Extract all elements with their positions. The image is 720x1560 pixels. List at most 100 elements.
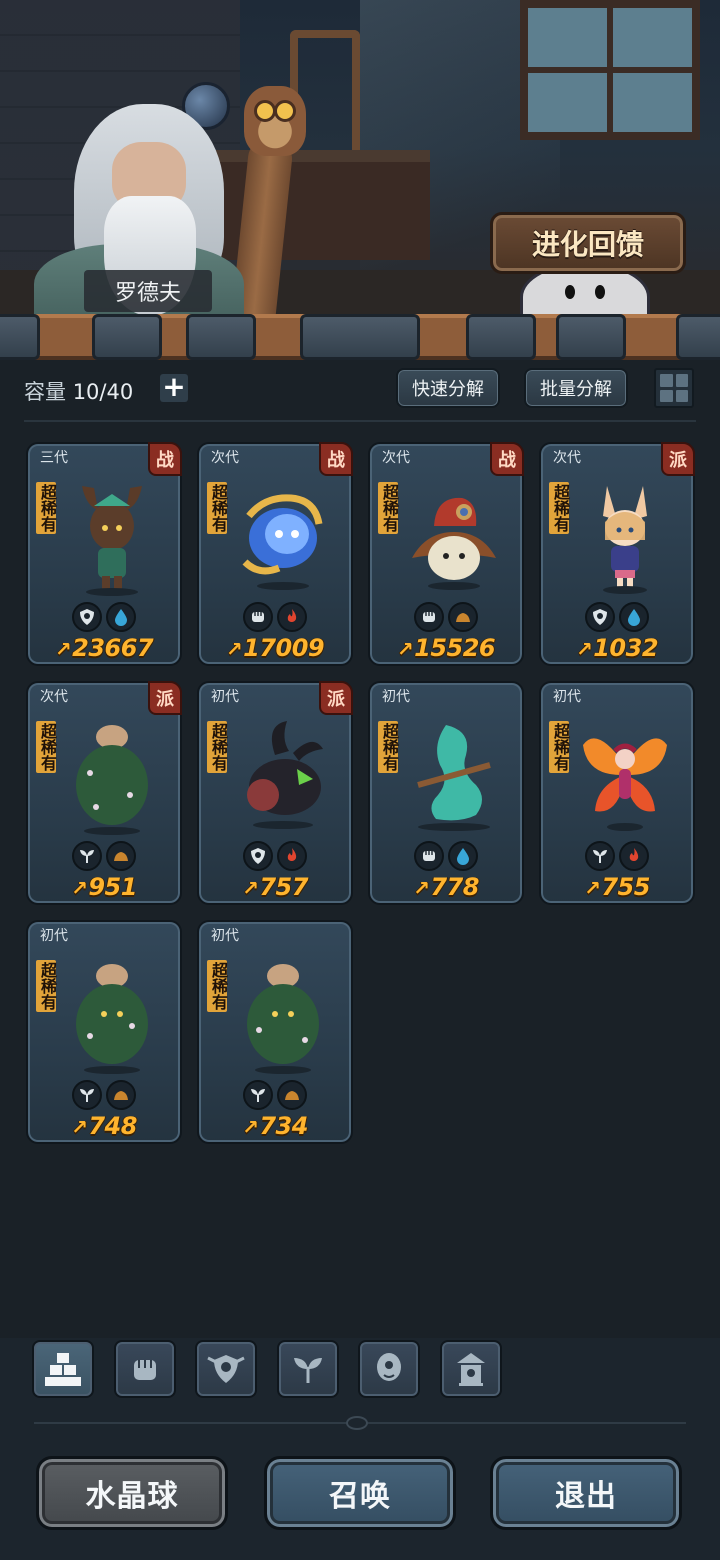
shield-icon (585, 602, 615, 632)
all-blocks-icon (45, 1353, 81, 1386)
shield-icon (72, 602, 102, 632)
fist-icon (243, 602, 273, 632)
filter-sprout-button[interactable] (277, 1340, 339, 1398)
fox-girl-icon (603, 486, 647, 594)
rail-stone (92, 314, 162, 360)
generation-label: 初代 (40, 928, 68, 944)
tree-spirit-icon (82, 486, 142, 596)
power-value: ↗778 (413, 873, 479, 901)
grid-cell (660, 389, 673, 402)
fire-icon (277, 602, 307, 632)
attribute-icons (199, 602, 351, 632)
power-number: 15526 (414, 634, 496, 662)
rarity-badge: 超稀有 (549, 482, 570, 534)
filter-all-button[interactable] (32, 1340, 94, 1398)
generation-label: 初代 (553, 689, 581, 705)
power-number: 1032 (593, 634, 659, 662)
crystal-ball-button[interactable]: 水晶球 (36, 1456, 228, 1530)
owl-icon (244, 86, 306, 156)
creature-card[interactable]: 初代 超稀有 ↗734 (197, 920, 353, 1144)
creature-card[interactable]: 三代 战 超稀有 ↗23667 (26, 442, 182, 666)
window (520, 0, 700, 140)
generation-label: 三代 (40, 450, 68, 466)
attribute-icons (28, 602, 180, 632)
power-value: ↗1032 (575, 634, 659, 662)
creature-card[interactable]: 初代 派 超稀有 ↗757 (197, 681, 353, 905)
capacity-label: 容量 (24, 380, 66, 404)
power-number: 778 (430, 873, 479, 901)
moss-golem-icon (76, 725, 148, 835)
rail-divider (0, 314, 720, 360)
rail-stone (466, 314, 536, 360)
generation-label: 初代 (382, 689, 410, 705)
grid-cell (675, 374, 688, 387)
power-value: ↗15526 (396, 634, 496, 662)
power-value: ↗755 (584, 873, 650, 901)
power-value: ↗951 (71, 873, 137, 901)
fist-icon (134, 1360, 156, 1380)
rail-stone (0, 314, 40, 360)
fire-butterfly-icon (583, 738, 667, 831)
evolve-feedback-button[interactable]: 进化回馈 (490, 212, 686, 274)
power-number: 951 (88, 873, 137, 901)
attribute-icons (370, 602, 522, 632)
water-spirit-icon (417, 725, 491, 831)
generation-label: 次代 (553, 450, 581, 466)
filter-shrine-button[interactable] (440, 1340, 502, 1398)
shield-icon (207, 1355, 245, 1383)
creature-card[interactable]: 次代 派 超稀有 ↗1032 (539, 442, 695, 666)
toolbar-divider (24, 420, 696, 422)
attribute-icons (541, 602, 693, 632)
creature-card[interactable]: 次代 战 超稀有 ↗17009 (197, 442, 353, 666)
role-badge: 战 (148, 442, 182, 476)
expand-capacity-button[interactable]: + (160, 373, 188, 402)
rarity-badge: 超稀有 (207, 721, 228, 773)
power-number: 755 (601, 873, 650, 901)
power-value: ↗748 (71, 1112, 137, 1140)
generation-label: 次代 (382, 450, 410, 466)
role-badge: 派 (661, 442, 695, 476)
npc-name-tag: 罗德夫 (84, 270, 212, 312)
filter-alien-button[interactable] (358, 1340, 420, 1398)
attribute-icons (541, 841, 693, 871)
moss-golem-icon (76, 964, 148, 1074)
sprout-icon (72, 841, 102, 871)
filter-shield-button[interactable] (195, 1340, 257, 1398)
generation-label: 初代 (211, 928, 239, 944)
power-number: 757 (259, 873, 308, 901)
power-number: 748 (88, 1112, 137, 1140)
creature-card[interactable]: 初代 超稀有 ↗748 (26, 920, 182, 1144)
blue-flame-armor-icon (242, 494, 323, 590)
rail-stone (186, 314, 256, 360)
rarity-badge: 超稀有 (36, 482, 57, 534)
hooded-blob-icon (412, 497, 496, 590)
rarity-badge: 超稀有 (36, 721, 57, 773)
sprout-icon (585, 841, 615, 871)
filter-fist-button[interactable] (114, 1340, 176, 1398)
rail-stone (676, 314, 720, 360)
attribute-icons (28, 841, 180, 871)
creature-card[interactable]: 次代 战 超稀有 ↗15526 (368, 442, 524, 666)
creature-card[interactable]: 初代 超稀有 ↗778 (368, 681, 524, 905)
capacity-value: 10/40 (72, 380, 134, 404)
power-value: ↗17009 (225, 634, 325, 662)
dark-beast-icon (247, 721, 323, 829)
creature-card[interactable]: 初代 超稀有 ↗755 (539, 681, 695, 905)
creature-card[interactable]: 次代 派 超稀有 ↗951 (26, 681, 182, 905)
batch-decompose-button[interactable]: 批量分解 (524, 368, 628, 408)
grid-view-toggle[interactable] (654, 368, 694, 408)
rarity-badge: 超稀有 (378, 721, 399, 773)
exit-button[interactable]: 退出 (490, 1456, 682, 1530)
scene-header: 罗德夫 进化回馈 (0, 0, 720, 330)
water-drop-icon (448, 841, 478, 871)
quick-decompose-button[interactable]: 快速分解 (396, 368, 500, 408)
generation-label: 次代 (40, 689, 68, 705)
attribute-icons (370, 841, 522, 871)
sprout-icon (72, 1080, 102, 1110)
summon-button[interactable]: 召唤 (264, 1456, 456, 1530)
generation-label: 次代 (211, 450, 239, 466)
power-number: 17009 (243, 634, 325, 662)
fire-icon (277, 841, 307, 871)
attribute-icons (28, 1080, 180, 1110)
earth-icon (106, 841, 136, 871)
